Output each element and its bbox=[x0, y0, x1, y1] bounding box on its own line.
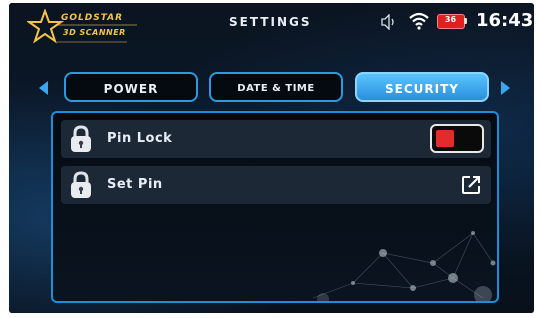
clock: 16:43 bbox=[476, 10, 534, 31]
tab-date-time[interactable]: DATE & TIME bbox=[209, 72, 343, 102]
device-frame: GOLDSTAR 3D SCANNER SETTINGS 36 16:43 PO… bbox=[9, 3, 534, 313]
padlock-icon bbox=[71, 125, 91, 152]
goldstar-logo: GOLDSTAR 3D SCANNER bbox=[27, 9, 142, 47]
speaker-icon[interactable] bbox=[381, 14, 397, 30]
setting-row-pin-lock[interactable]: Pin Lock bbox=[61, 120, 491, 158]
tab-scroll-right-icon[interactable] bbox=[501, 81, 510, 95]
tab-power[interactable]: POWER bbox=[64, 72, 198, 102]
wifi-icon[interactable] bbox=[409, 12, 429, 30]
toggle-knob bbox=[436, 130, 454, 147]
brand-name: GOLDSTAR bbox=[61, 13, 124, 23]
battery-level: 36 bbox=[444, 15, 457, 24]
settings-screen: GOLDSTAR 3D SCANNER SETTINGS 36 16:43 PO… bbox=[9, 3, 534, 313]
padlock-icon bbox=[71, 171, 91, 198]
brand-subtitle: 3D SCANNER bbox=[63, 28, 126, 37]
security-settings-panel: Pin Lock Set Pin bbox=[51, 111, 499, 303]
battery-icon: 36 bbox=[437, 14, 469, 29]
pin-lock-toggle[interactable] bbox=[430, 124, 484, 153]
tab-scroll-left-icon[interactable] bbox=[39, 81, 48, 95]
setting-row-set-pin[interactable]: Set Pin bbox=[61, 166, 491, 204]
pin-lock-label: Pin Lock bbox=[107, 131, 173, 146]
edit-icon[interactable] bbox=[461, 175, 481, 195]
tab-security[interactable]: SECURITY bbox=[355, 72, 489, 102]
page-title: SETTINGS bbox=[229, 15, 312, 29]
set-pin-label: Set Pin bbox=[107, 177, 163, 192]
